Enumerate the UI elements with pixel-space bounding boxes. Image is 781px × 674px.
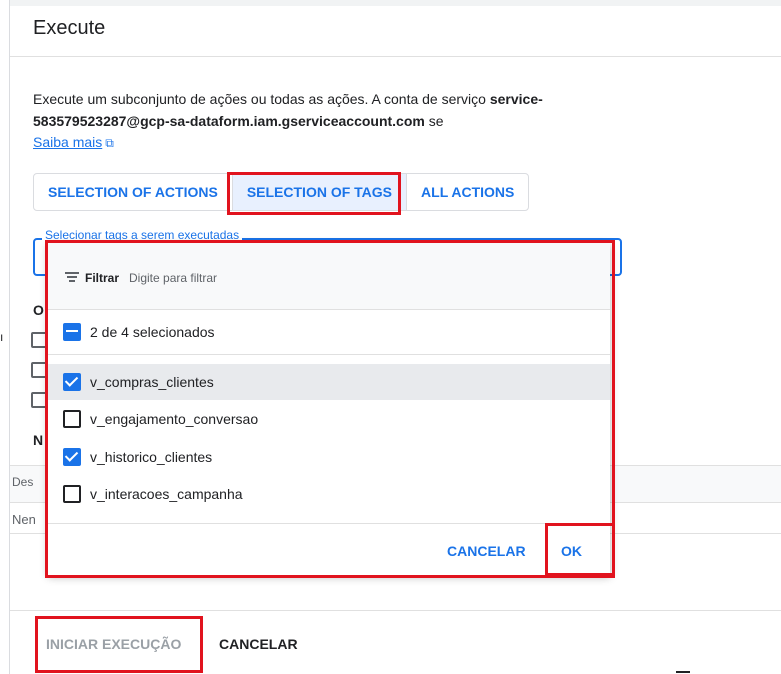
highlight-start-button	[35, 616, 203, 673]
background-options-label: O	[33, 302, 44, 318]
learn-more-label: Saiba mais	[33, 134, 103, 150]
tab-all-actions[interactable]: ALL ACTIONS	[407, 174, 528, 210]
description-suffix: se	[424, 113, 444, 129]
highlight-tags-tab	[227, 172, 401, 215]
background-section-label: N	[33, 432, 44, 448]
bottom-mark	[676, 671, 690, 673]
highlight-ok-button	[545, 523, 615, 576]
service-account-part1: service-	[489, 91, 543, 107]
background-left-mark: ı	[0, 330, 4, 344]
cancel-button[interactable]: CANCELAR	[219, 636, 298, 652]
description-text: Execute um subconjunto de ações ou todas…	[33, 91, 490, 107]
footer-divider	[10, 610, 781, 611]
service-account-part2: 583579523287@gcp-sa-dataform.iam.gservic…	[33, 113, 425, 129]
highlight-dropdown	[45, 240, 615, 578]
title-divider	[10, 56, 781, 57]
dialog-description: Execute um subconjunto de ações ou todas…	[33, 88, 593, 132]
learn-more-link[interactable]: Saiba mais ⧉	[33, 134, 114, 151]
background-table-header-label: Des	[12, 475, 34, 489]
external-link-icon: ⧉	[105, 136, 114, 150]
tab-selection-of-actions[interactable]: SELECTION OF ACTIONS	[34, 174, 233, 210]
background-table-empty: Nen	[12, 512, 36, 527]
dialog-title: Execute	[33, 17, 106, 39]
